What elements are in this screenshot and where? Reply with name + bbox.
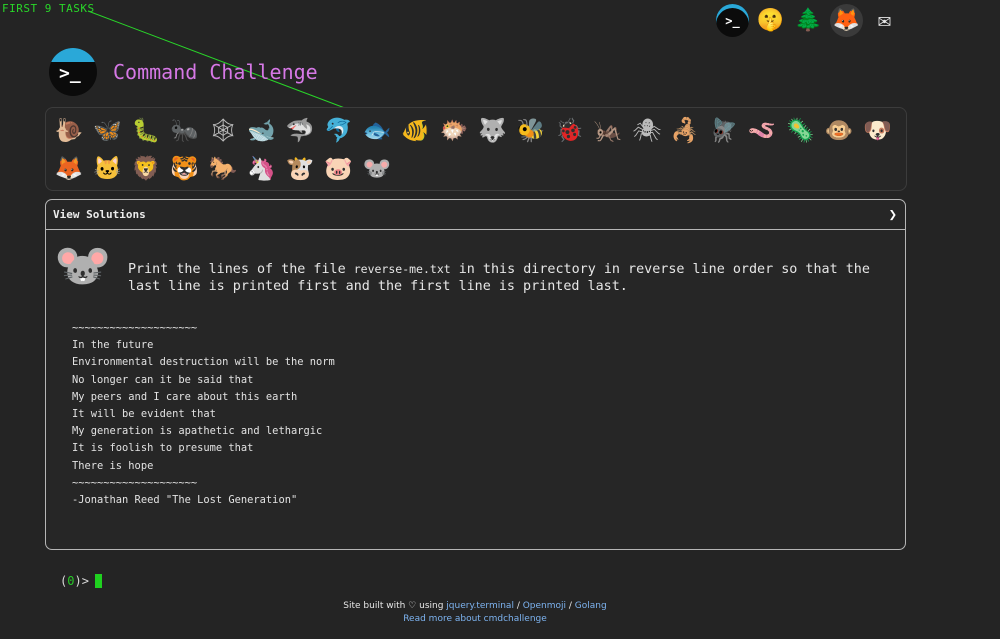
footer-sep-1: / [513,601,523,611]
annotation-label: FIRST 9 TASKS [2,2,95,15]
golang-link[interactable]: Golang [575,601,607,611]
task-cricket-icon[interactable]: 🦗 [589,112,628,150]
terminal-icon[interactable]: >_ [716,4,749,37]
footer: Site built with ♡ using jquery.terminal … [0,600,950,625]
envelope-icon[interactable]: ✉ [868,4,901,37]
file-line: -Jonathan Reed "The Lost Generation" [72,493,298,506]
challenge-description: Print the lines of the file reverse-me.t… [128,261,888,295]
file-line: In the future [72,339,154,352]
task-cat-icon[interactable]: 🐱 [89,150,128,188]
chevron-right-icon[interactable]: ❯ [889,207,897,223]
task-whale-icon[interactable]: 🐋 [243,112,282,150]
task-lion-icon[interactable]: 🦁 [127,150,166,188]
gitlab-icon[interactable]: 🦊 [830,4,863,37]
openmoji-link[interactable]: Openmoji [523,601,566,611]
task-scorpion-icon[interactable]: 🦂 [666,112,705,150]
task-pig-icon[interactable]: 🐷 [320,150,359,188]
task-tiger-icon[interactable]: 🐯 [166,150,205,188]
read-more-link[interactable]: Read more about cmdchallenge [403,614,547,624]
task-spider-web-icon[interactable]: 🕸 [204,112,243,150]
task-snail-icon[interactable]: 🐌 [50,112,89,150]
shushing-face-icon[interactable]: 🤫 [754,4,787,37]
task-grid: 🐌 🦋 🐛 🐜 🕸 🐋 🦈 🐬 🐟 🐠 🐡 🐺 🐝 🐞 🦗 🕷 🦂 🪰 🪱 🦠 🐵 🐶 🦊 🐱 🦁 🐯 🐎 🦄 🐮 🐷 🐭 [45,107,907,191]
view-solutions-toggle[interactable]: View Solutions ❯ [46,200,905,230]
file-line: ~~~~~~~~~~~~~~~~~~~~ [72,476,198,489]
task-fox-icon[interactable]: 🦊 [50,150,89,188]
task-butterfly-icon[interactable]: 🦋 [89,112,128,150]
terminal-cursor[interactable] [94,574,102,588]
task-blowfish-icon[interactable]: 🐡 [435,112,474,150]
view-solutions-label: View Solutions [53,208,146,221]
task-shark-icon[interactable]: 🦈 [281,112,320,150]
challenge-text-before: Print the lines of the file [128,262,354,277]
task-worm-icon[interactable]: 🪱 [743,112,782,150]
task-monkey-icon[interactable]: 🐵 [820,112,859,150]
task-microbe-icon[interactable]: 🦠 [782,112,821,150]
task-fly-icon[interactable]: 🪰 [705,112,744,150]
task-cow-icon[interactable]: 🐮 [281,150,320,188]
challenge-panel: View Solutions ❯ 🐭 Print the lines of th… [45,199,906,550]
task-dog-icon[interactable]: 🐶 [859,112,898,150]
prompt-close: )> [74,574,89,588]
footer-credits: Site built with ♡ using jquery.terminal … [0,600,950,613]
terminal-logo-icon[interactable]: >_ [49,48,97,96]
task-caterpillar-icon[interactable]: 🐛 [127,112,166,150]
task-unicorn-icon[interactable]: 🦄 [243,150,282,188]
footer-sep-2: / [566,601,575,611]
task-ant-icon[interactable]: 🐜 [166,112,205,150]
site-title[interactable]: Command Challenge [113,60,318,84]
prompt-open-paren: ( [60,574,68,588]
file-contents: ~~~~~~~~~~~~~~~~~~~~ In the future Environ… [72,320,335,509]
jquery-terminal-link[interactable]: jquery.terminal [446,601,514,611]
terminal-prompt[interactable]: (0)> [60,574,102,588]
tree-icon[interactable]: 🌲 [792,4,825,37]
file-line: No longer can it be said that [72,373,254,386]
file-line: Environmental destruction will be the no… [72,356,335,369]
file-line: There is hope [72,459,154,472]
task-horse-icon[interactable]: 🐎 [204,150,243,188]
exit-code: 0 [67,574,75,588]
task-wolf-icon[interactable]: 🐺 [474,112,513,150]
task-tropical-fish-icon[interactable]: 🐠 [397,112,436,150]
top-nav-icons: >_ 🤫 🌲 🦊 ✉ [716,4,901,37]
brand: >_ Command Challenge [49,48,318,96]
file-line: It is foolish to presume that [72,442,254,455]
file-line: My generation is apathetic and lethargic [72,425,323,438]
task-fish-icon[interactable]: 🐟 [358,112,397,150]
task-lady-beetle-icon[interactable]: 🐞 [551,112,590,150]
task-dolphin-icon[interactable]: 🐬 [320,112,359,150]
mouse-icon: 🐭 [54,237,112,292]
file-line: It will be evident that [72,407,216,420]
challenge-filename: reverse-me.txt [353,262,451,276]
file-line: ~~~~~~~~~~~~~~~~~~~~ [72,322,198,334]
task-mouse-icon[interactable]: 🐭 [358,150,397,188]
file-line: My peers and I care about this earth [72,390,298,403]
footer-built-with: Site built with ♡ using [343,601,447,611]
task-bee-icon[interactable]: 🐝 [512,112,551,150]
task-spider-icon[interactable]: 🕷 [628,112,667,150]
